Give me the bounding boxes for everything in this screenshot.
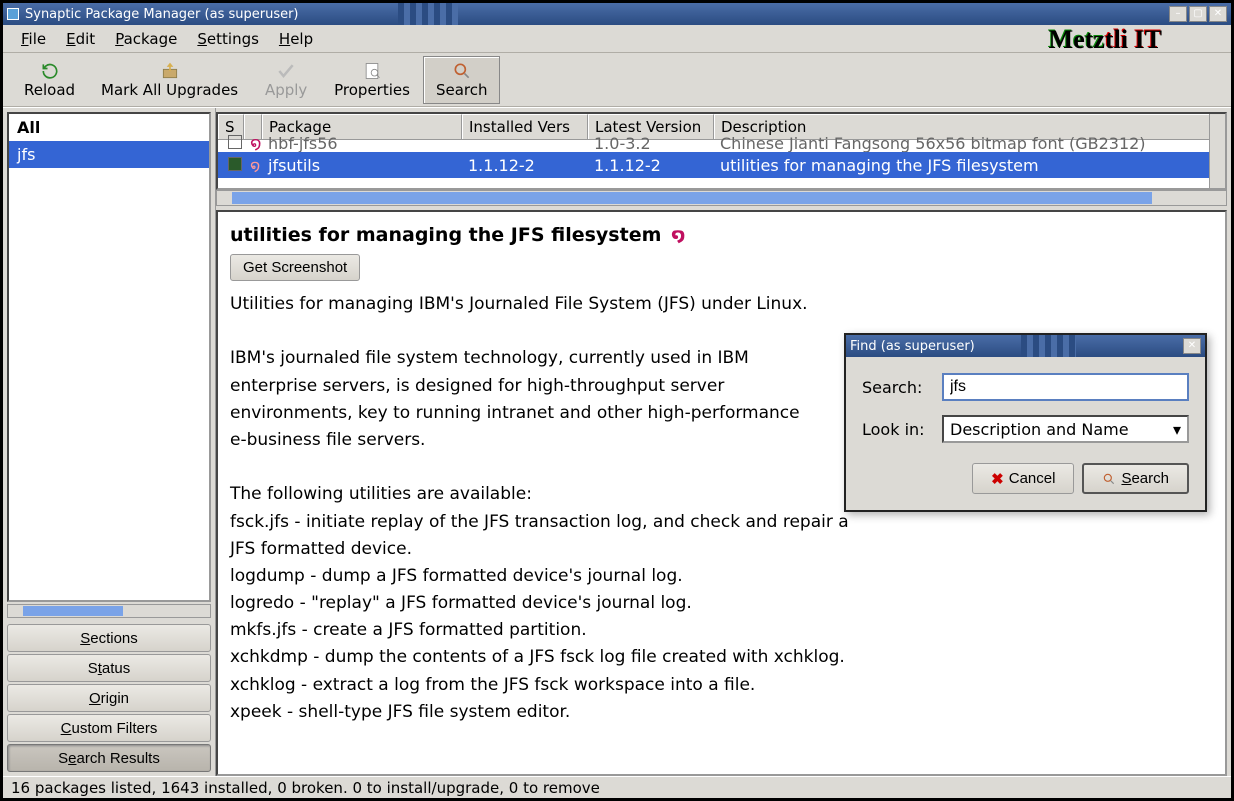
apply-icon — [276, 61, 296, 81]
status-button[interactable]: Status — [7, 654, 211, 682]
close-button[interactable]: ✕ — [1209, 6, 1227, 22]
search-input[interactable] — [942, 373, 1189, 401]
debian-icon: ໑ — [671, 225, 685, 246]
window-titlebar[interactable]: Synaptic Package Manager (as superuser) … — [3, 3, 1231, 25]
table-hscrollbar[interactable] — [216, 190, 1227, 206]
lookin-select[interactable]: Description and Name ▾ — [942, 415, 1189, 443]
menu-settings[interactable]: Settings — [189, 28, 267, 50]
titlebar-decoration — [1021, 335, 1076, 357]
sidebar-hscrollbar[interactable] — [7, 604, 211, 618]
branding-logo: Metztli IT — [1048, 24, 1161, 54]
lookin-label: Look in: — [862, 420, 932, 439]
upgrade-icon — [160, 61, 180, 81]
find-close-button[interactable]: ✕ — [1183, 338, 1201, 354]
filter-list[interactable]: All jfs — [7, 112, 211, 602]
custom-filters-button[interactable]: Custom Filters — [7, 714, 211, 742]
minimize-button[interactable]: – — [1169, 6, 1187, 22]
app-icon — [7, 8, 19, 20]
menu-edit[interactable]: Edit — [58, 28, 103, 50]
table-row[interactable]: ໑ jfsutils 1.1.12-2 1.1.12-2 utilities f… — [218, 152, 1225, 178]
detail-title: utilities for managing the JFS filesyste… — [230, 224, 661, 246]
find-titlebar[interactable]: Find (as superuser) ✕ — [846, 335, 1205, 357]
mark-all-upgrades-button[interactable]: Mark All Upgrades — [88, 56, 251, 104]
window-title: Synaptic Package Manager (as superuser) — [25, 7, 1169, 22]
menu-package[interactable]: Package — [107, 28, 185, 50]
origin-button[interactable]: Origin — [7, 684, 211, 712]
sidebar-item-jfs[interactable]: jfs — [9, 141, 209, 168]
cancel-icon: ✖ — [991, 470, 1004, 488]
debian-icon: ໑ — [244, 134, 262, 152]
table-vscrollbar[interactable] — [1209, 114, 1225, 188]
apply-button: Apply — [251, 56, 321, 104]
properties-icon — [362, 61, 382, 81]
col-installed[interactable]: Installed Vers — [462, 114, 588, 139]
sidebar: All jfs Sections Status Origin Custom Fi… — [3, 108, 216, 776]
find-dialog: Find (as superuser) ✕ Search: Look in: D… — [844, 333, 1207, 512]
sections-button[interactable]: Sections — [7, 624, 211, 652]
find-search-button[interactable]: Search — [1082, 463, 1189, 494]
table-row[interactable]: ໑ hbf-jfs56 1.0-3.2 Chinese Jianti Fangs… — [218, 134, 1225, 152]
search-results-button[interactable]: Search Results — [7, 744, 211, 772]
status-checkbox[interactable] — [228, 135, 242, 149]
maximize-button[interactable]: ▢ — [1189, 6, 1207, 22]
package-table[interactable]: S Package Installed Vers Latest Version … — [216, 112, 1227, 190]
menubar: File Edit Package Settings Help Metztli … — [3, 25, 1231, 53]
toolbar: Reload Mark All Upgrades Apply Propertie… — [3, 53, 1231, 107]
reload-icon — [40, 61, 60, 81]
reload-button[interactable]: Reload — [11, 56, 88, 104]
search-button[interactable]: Search — [423, 56, 501, 104]
search-label: Search: — [862, 378, 932, 397]
sidebar-item-all[interactable]: All — [9, 114, 209, 141]
find-title: Find (as superuser) — [850, 339, 975, 354]
menu-help[interactable]: Help — [271, 28, 321, 50]
statusbar: 16 packages listed, 1643 installed, 0 br… — [3, 776, 1231, 798]
properties-button[interactable]: Properties — [321, 56, 423, 104]
find-cancel-button[interactable]: ✖ Cancel — [972, 463, 1074, 494]
search-icon — [452, 61, 472, 81]
search-icon — [1102, 472, 1116, 486]
debian-icon: ໑ — [244, 154, 262, 177]
status-checkbox[interactable] — [228, 157, 242, 171]
chevron-down-icon: ▾ — [1173, 420, 1181, 439]
menu-file[interactable]: File — [13, 28, 54, 50]
titlebar-decoration — [398, 3, 458, 25]
get-screenshot-button[interactable]: Get Screenshot — [230, 254, 360, 281]
